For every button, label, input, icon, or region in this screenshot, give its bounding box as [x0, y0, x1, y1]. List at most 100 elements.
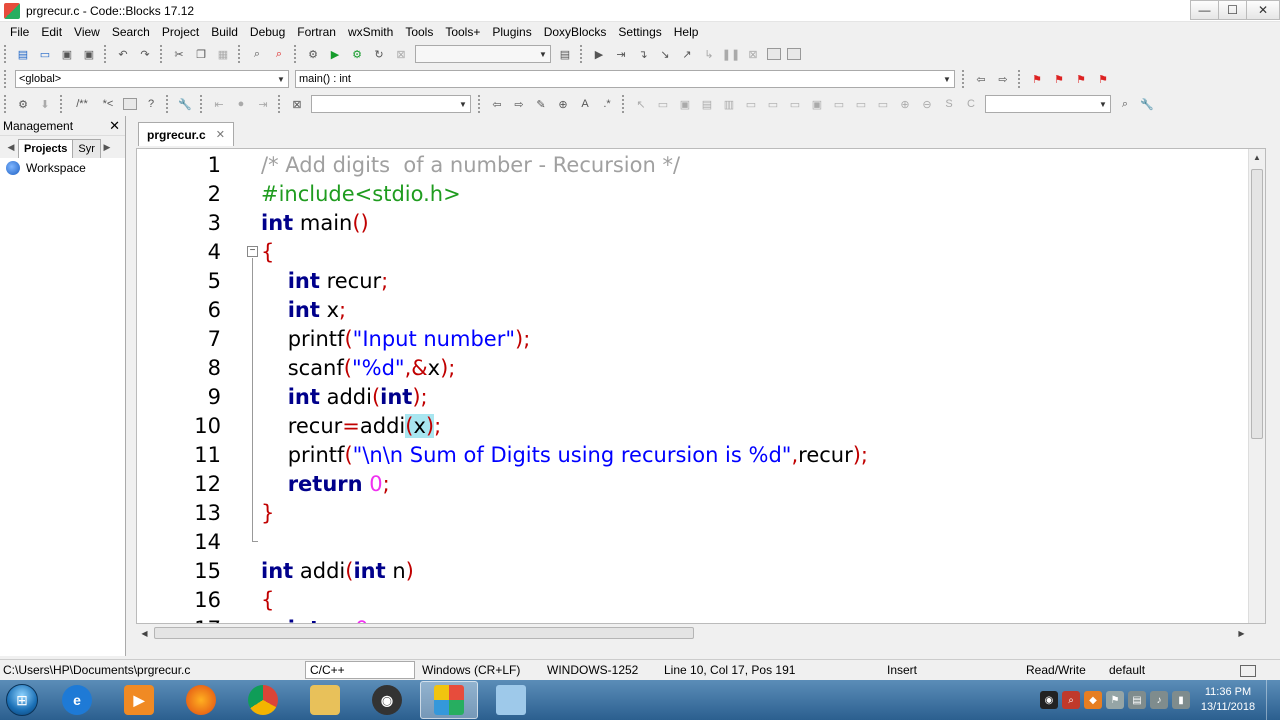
- cut-icon[interactable]: ✂: [171, 46, 187, 62]
- tray-app-icon[interactable]: ◉: [1040, 691, 1058, 709]
- close-icon[interactable]: ✕: [216, 128, 225, 141]
- taskbar-obs[interactable]: ◉: [358, 681, 416, 719]
- shape-icon[interactable]: ▣: [677, 96, 693, 112]
- doxy-chm-icon[interactable]: ?: [143, 96, 159, 112]
- step-into-icon[interactable]: ↘: [657, 46, 673, 62]
- shape-icon[interactable]: ▭: [831, 96, 847, 112]
- undo-icon[interactable]: ↶: [115, 46, 131, 62]
- rebuild-icon[interactable]: ↻: [371, 46, 387, 62]
- start-button[interactable]: ⊞: [0, 680, 44, 720]
- zoom-in-icon[interactable]: ⊕: [897, 96, 913, 112]
- menu-build[interactable]: Build: [205, 25, 244, 39]
- vertical-scrollbar[interactable]: ▲: [1248, 149, 1265, 623]
- taskbar-chrome[interactable]: [234, 681, 292, 719]
- menu-edit[interactable]: Edit: [35, 25, 68, 39]
- toolbar-grip[interactable]: [4, 45, 8, 63]
- code-editor[interactable]: 1 2 3 4 5 6 7 8 9 10 11 12 13 14 15 16 1…: [136, 148, 1266, 624]
- jump-back-icon[interactable]: ⇦: [973, 71, 989, 87]
- incremental-search-input[interactable]: ▼: [311, 95, 471, 113]
- fold-toggle-main[interactable]: −: [247, 246, 258, 257]
- chevron-right-icon[interactable]: ▶: [100, 142, 114, 153]
- menu-help[interactable]: Help: [668, 25, 705, 39]
- panel-splitter[interactable]: [126, 116, 134, 656]
- next-bookmark-icon[interactable]: ⚑: [1073, 71, 1089, 87]
- scope-select[interactable]: <global> ▼: [15, 70, 289, 88]
- taskbar-internet-explorer[interactable]: e: [48, 681, 106, 719]
- next-instruction-icon[interactable]: ↳: [701, 46, 717, 62]
- copy-icon[interactable]: ❐: [193, 46, 209, 62]
- menu-doxyblocks[interactable]: DoxyBlocks: [538, 25, 613, 39]
- replace-icon[interactable]: ⌕: [271, 46, 287, 62]
- shape-icon[interactable]: ▭: [853, 96, 869, 112]
- tray-search-icon[interactable]: ⌕: [1062, 691, 1080, 709]
- close-button[interactable]: ✕: [1246, 0, 1280, 20]
- shape-icon[interactable]: ▭: [655, 96, 671, 112]
- menu-project[interactable]: Project: [156, 25, 205, 39]
- extract-icon[interactable]: ⬇: [37, 96, 53, 112]
- run-icon[interactable]: ▶: [327, 46, 343, 62]
- menu-fortran[interactable]: Fortran: [291, 25, 342, 39]
- prev-change-icon[interactable]: ⇤: [211, 96, 227, 112]
- minimize-button[interactable]: —: [1190, 0, 1219, 20]
- taskbar-media-player[interactable]: ▶: [110, 681, 168, 719]
- menu-file[interactable]: File: [4, 25, 35, 39]
- taskbar-notepad[interactable]: [482, 681, 540, 719]
- tools-wrench-icon[interactable]: 🔧: [177, 96, 193, 112]
- doxy-html-icon[interactable]: [123, 98, 137, 110]
- menu-tools[interactable]: Tools: [399, 25, 439, 39]
- abort-icon[interactable]: ⊠: [393, 46, 409, 62]
- shape-icon[interactable]: ▤: [699, 96, 715, 112]
- settings-tool-icon[interactable]: 🔧: [1139, 96, 1155, 112]
- shape-icon[interactable]: ▭: [787, 96, 803, 112]
- whole-word-icon[interactable]: A: [577, 96, 593, 112]
- build-gear-icon[interactable]: ⚙: [305, 46, 321, 62]
- shape-icon[interactable]: ▭: [875, 96, 891, 112]
- search-tool-icon[interactable]: ⌕: [1117, 96, 1133, 112]
- tree-item-workspace[interactable]: Workspace: [0, 158, 125, 178]
- chevron-left-icon[interactable]: ◀: [4, 142, 18, 153]
- match-case-icon[interactable]: ⊕: [555, 96, 571, 112]
- shape-icon[interactable]: ▥: [721, 96, 737, 112]
- debug-windows-icon[interactable]: [767, 48, 781, 60]
- tray-flag-icon[interactable]: ⚑: [1106, 691, 1124, 709]
- build-and-run-icon[interactable]: ⚙: [349, 46, 365, 62]
- pointer-tool-icon[interactable]: ↖: [633, 96, 649, 112]
- c-icon[interactable]: C: [963, 96, 979, 112]
- menu-settings[interactable]: Settings: [612, 25, 667, 39]
- build-target-select[interactable]: ▼: [415, 45, 551, 63]
- menu-plugins[interactable]: Plugins: [486, 25, 537, 39]
- new-file-icon[interactable]: ▤: [15, 46, 31, 62]
- save-all-icon[interactable]: ▣: [81, 46, 97, 62]
- menu-search[interactable]: Search: [106, 25, 156, 39]
- taskbar-codeblocks[interactable]: [420, 681, 478, 719]
- step-out-icon[interactable]: ↗: [679, 46, 695, 62]
- clear-bookmarks-icon[interactable]: ⚑: [1095, 71, 1111, 87]
- volume-icon[interactable]: ♪: [1150, 691, 1168, 709]
- tab-symbols[interactable]: Syr: [72, 139, 101, 158]
- scroll-left-icon[interactable]: ◀: [136, 625, 153, 642]
- search-next-icon[interactable]: ⇨: [511, 96, 527, 112]
- maximize-button[interactable]: ☐: [1218, 0, 1247, 20]
- tool-select[interactable]: ▼: [985, 95, 1111, 113]
- jump-forward-icon[interactable]: ⇨: [995, 71, 1011, 87]
- horizontal-scrollbar[interactable]: ◀ ▶: [136, 625, 1266, 642]
- toggle-breakpoint-icon[interactable]: ●: [233, 96, 249, 112]
- s-icon[interactable]: S: [941, 96, 957, 112]
- taskbar-firefox[interactable]: [172, 681, 230, 719]
- find-icon[interactable]: ⌕: [249, 46, 265, 62]
- debug-start-icon[interactable]: ▶: [591, 46, 607, 62]
- taskbar-clock[interactable]: 11:36 PM 13/11/2018: [1192, 685, 1264, 715]
- prev-bookmark-icon[interactable]: ⚑: [1051, 71, 1067, 87]
- toggle-bookmark-icon[interactable]: ⚑: [1029, 71, 1045, 87]
- show-desktop-button[interactable]: [1266, 680, 1280, 720]
- scrollbar-thumb[interactable]: [154, 627, 694, 639]
- scrollbar-thumb[interactable]: [1251, 169, 1263, 439]
- doxywizard-icon[interactable]: ⚙: [15, 96, 31, 112]
- fold-toggle-addi[interactable]: −: [250, 623, 256, 624]
- shape-icon[interactable]: ▭: [765, 96, 781, 112]
- various-info-icon[interactable]: [787, 48, 801, 60]
- highlight-icon[interactable]: ✎: [533, 96, 549, 112]
- scroll-right-icon[interactable]: ▶: [1233, 625, 1250, 642]
- file-tab-prgrecur[interactable]: prgrecur.c ✕: [138, 122, 234, 146]
- tray-app-icon[interactable]: ◆: [1084, 691, 1102, 709]
